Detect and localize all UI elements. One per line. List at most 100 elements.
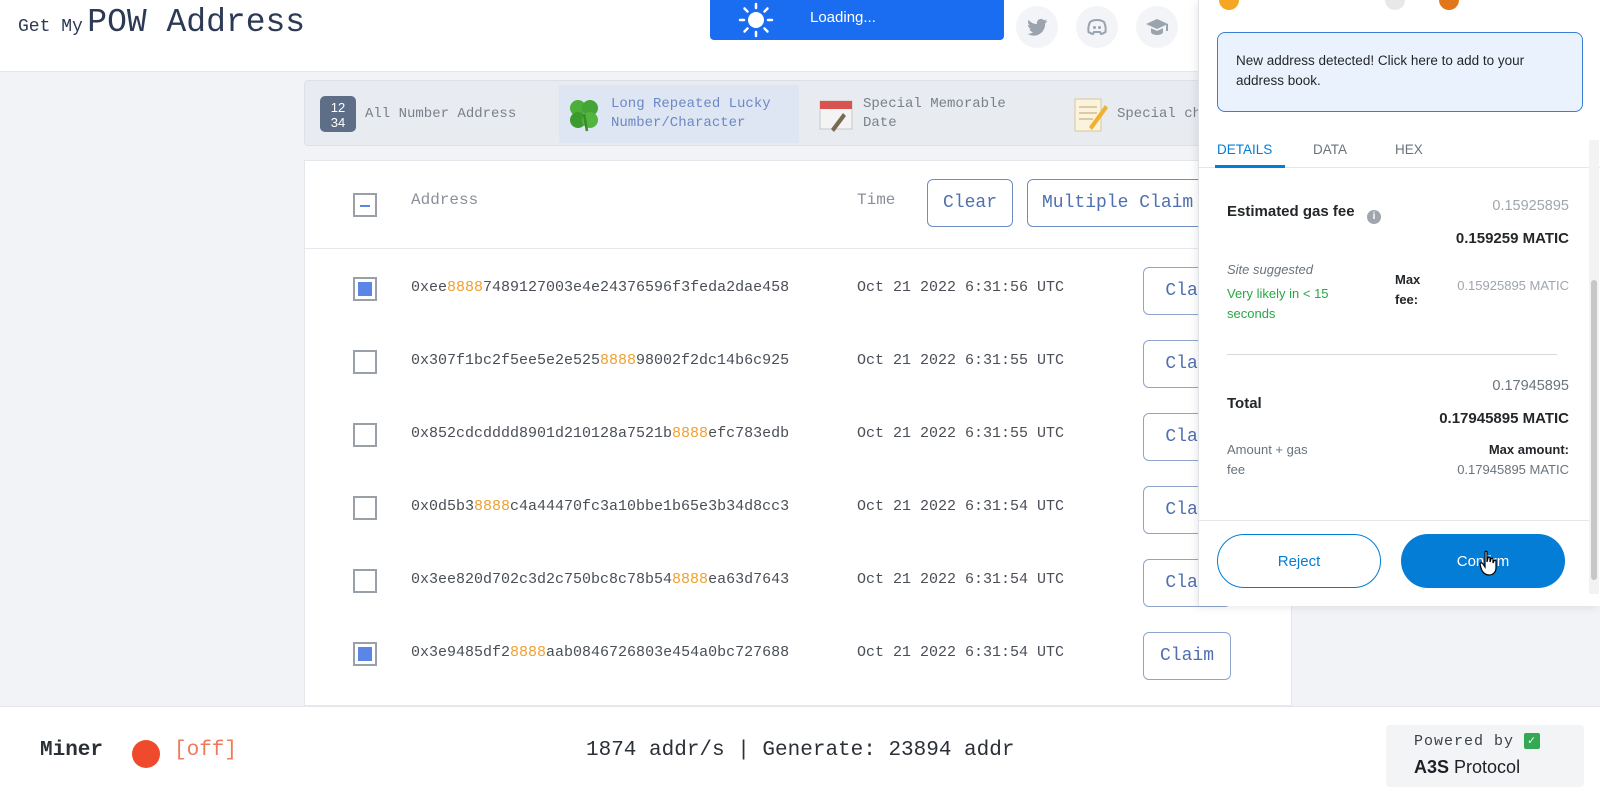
divider [1227,354,1557,355]
time-estimate: Very likely in < 15 seconds [1227,286,1329,321]
gas-fee-bold: 0.159259 MATIC [1455,230,1569,247]
wallet-popup: New address detected! Click here to add … [1198,0,1600,606]
wallet-top-avatar [1385,0,1405,10]
address-suffix: 7489127003e4e24376596f3feda2dae458 [483,279,790,296]
powered-by-badge[interactable]: Powered by ✓ A3S Protocol [1386,725,1584,787]
category-label-line2: Date [863,115,897,131]
address-prefix: 0x3e9485df2 [411,644,511,661]
protocol-name: Protocol [1454,757,1521,777]
category-all-number[interactable]: 12 34 All Number Address [319,85,549,143]
loading-banner: Loading... [710,0,1004,40]
tab-data[interactable]: DATA [1313,142,1347,157]
a3s-logo: A3S [1414,757,1450,777]
row-checkbox[interactable] [353,496,377,520]
time-cell: Oct 21 2022 6:31:55 UTC [857,352,1065,369]
site-logo[interactable]: Get My POW Address [18,4,305,41]
discord-icon [1087,18,1107,36]
table-row: 0x3e9485df28888aab0846726803e454a0bc7276… [305,618,1291,690]
time-cell: Oct 21 2022 6:31:56 UTC [857,279,1065,296]
address-cell: 0xee88887489127003e4e24376596f3feda2dae4… [411,279,789,296]
miner-toggle[interactable] [132,740,160,768]
table-row: 0x307f1bc2f5ee5e2e525888898002f2dc14b6c9… [305,326,1291,398]
address-prefix: 0x3ee820d702c3d2c750bc8c78b54 [411,571,673,588]
wallet-scrollbar[interactable] [1589,140,1599,594]
address-highlight: 8888 [447,279,484,296]
graduation-cap-icon [1146,19,1168,35]
address-prefix: 0xee [411,279,448,296]
reject-button[interactable]: Reject [1217,534,1381,588]
row-checkbox[interactable] [353,569,377,593]
wallet-top-avatar [1219,0,1239,10]
twitter-link[interactable] [1016,6,1058,48]
address-cell: 0x0d5b38888c4a44470fc3a10bbe1b65e3b34d8c… [411,498,789,515]
address-suffix: c4a44470fc3a10bbe1b65e3b34d8cc3 [510,498,790,515]
address-cell: 0x307f1bc2f5ee5e2e525888898002f2dc14b6c9… [411,352,789,369]
row-checkbox[interactable] [353,277,377,301]
address-prefix: 0x852cdcdddd8901d210128a7521b [411,425,673,442]
address-suffix: ea63d7643 [708,571,790,588]
tab-details[interactable]: DETAILS [1217,142,1272,157]
gas-fee-label: Estimated gas fee [1227,203,1355,220]
max-fee-value: 0.15925895 MATIC [1457,278,1569,293]
address-highlight: 8888 [510,644,547,661]
docs-link[interactable] [1136,6,1178,48]
multiple-claim-button[interactable]: Multiple Claim [1027,179,1227,227]
address-highlight: 8888 [474,498,511,515]
logo-small-text: Get My [18,17,83,37]
gas-fee-grey: 0.15925895 [1492,198,1569,214]
category-memorable-date[interactable]: Special Memorable Date [817,85,1047,143]
sun-icon [738,2,774,38]
hand-cursor-icon [1479,550,1497,576]
clover-icon [570,100,598,132]
divider [1199,520,1589,521]
select-all-checkbox[interactable] [353,193,377,217]
row-checkbox[interactable] [353,350,377,374]
svg-text:12: 12 [331,100,345,115]
new-address-notice[interactable]: New address detected! Click here to add … [1217,32,1583,112]
max-fee-label: Max fee: [1395,272,1421,307]
category-long-repeated[interactable]: Long Repeated Lucky Number/Character [559,85,799,143]
address-cell: 0x852cdcdddd8901d210128a7521b8888efc783e… [411,425,789,442]
miner-stats: 1874 addr/s | Generate: 23894 addr [586,739,1015,762]
wallet-top-avatar [1439,0,1459,10]
calendar-icon [819,100,853,132]
footer-bar: Miner [off] 1874 addr/s | Generate: 2389… [0,706,1600,798]
table-row: 0x0d5b38888c4a44470fc3a10bbe1b65e3b34d8c… [305,472,1291,544]
category-label-line1: Special Memorable [863,96,1006,112]
table-header: Address Time Clear Multiple Claim [305,161,1291,249]
logo-big-text: POW Address [87,4,306,41]
category-label-line1: Long Repeated Lucky [611,96,771,112]
check-icon: ✓ [1524,733,1541,750]
address-suffix: efc783edb [708,425,790,442]
row-checkbox[interactable] [353,642,377,666]
site-suggested[interactable]: Site suggested [1227,260,1313,280]
address-cell: 0x3ee820d702c3d2c750bc8c78b548888ea63d76… [411,571,789,588]
transaction-details: Estimated gas fee i 0.15925895 0.159259 … [1199,168,1589,520]
column-header-address: Address [411,191,479,209]
column-header-time: Time [857,191,896,209]
amount-gas-label: Amount + gas fee [1227,442,1308,477]
discord-link[interactable] [1076,6,1118,48]
tab-hex[interactable]: HEX [1395,142,1423,157]
scrollbar-thumb[interactable] [1591,280,1597,580]
time-cell: Oct 21 2022 6:31:54 UTC [857,498,1065,515]
info-icon[interactable]: i [1367,210,1381,224]
address-prefix: 0x307f1bc2f5ee5e2e525 [411,352,601,369]
address-prefix: 0x0d5b3 [411,498,475,515]
twitter-icon [1027,18,1048,36]
address-highlight: 8888 [672,425,709,442]
max-amount-label: Max amount: [1488,442,1569,457]
row-checkbox[interactable] [353,423,377,447]
miner-label: Miner [40,739,104,762]
claim-button[interactable]: Claim [1143,632,1231,680]
address-suffix: 98002f2dc14b6c925 [636,352,790,369]
category-special-char[interactable]: Special ch [1071,85,1203,143]
table-row: 0xee88887489127003e4e24376596f3feda2dae4… [305,253,1291,325]
total-bold: 0.17945895 MATIC [1439,410,1569,427]
clear-button[interactable]: Clear [927,179,1013,227]
time-cell: Oct 21 2022 6:31:55 UTC [857,425,1065,442]
svg-text:34: 34 [331,115,345,130]
address-suffix: aab0846726803e454a0bc727688 [546,644,790,661]
max-amount-value: 0.17945895 MATIC [1457,462,1569,477]
memo-icon [1074,98,1108,132]
